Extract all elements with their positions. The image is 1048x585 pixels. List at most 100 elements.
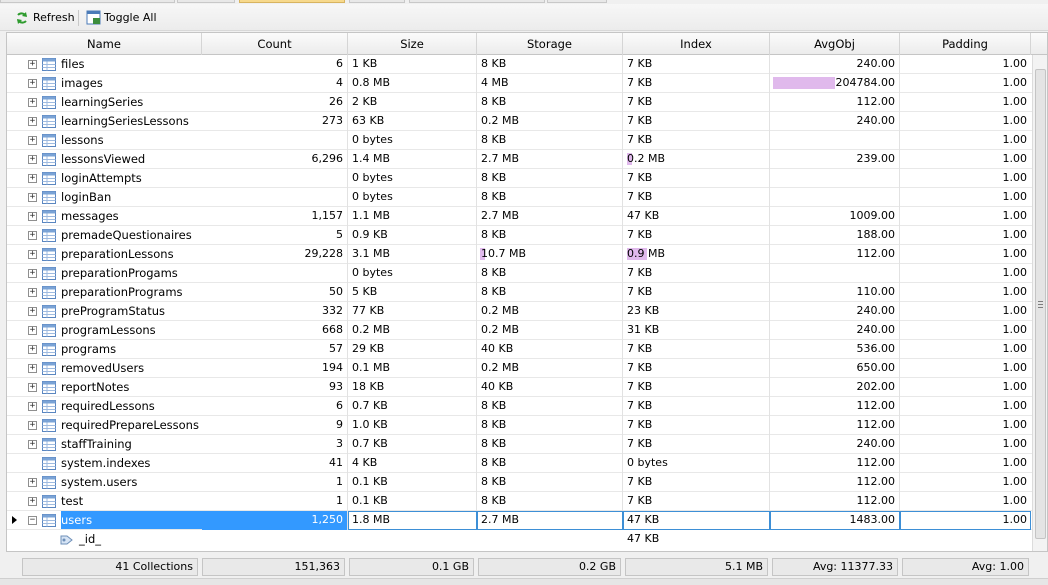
table-row[interactable]: + removedUsers 194 0.1 MB 0.2 MB 7 KB 650.00 1.…: [7, 359, 1047, 378]
column-header-storage[interactable]: Storage: [477, 33, 623, 55]
cell-storage: 0.2 MB: [477, 302, 623, 321]
cell-avgobj: 112.00: [770, 492, 900, 511]
toggle-all-button[interactable]: Toggle All: [83, 8, 159, 27]
tab[interactable]: [177, 0, 235, 3]
table-row[interactable]: + staffTraining 3 0.7 KB 8 KB 7 KB 240.00 1.00: [7, 435, 1047, 454]
cell-index: 7 KB: [623, 112, 770, 131]
toggle-all-label: Toggle All: [104, 11, 157, 24]
cell-avgobj: 202.00: [770, 378, 900, 397]
table-row[interactable]: + premadeQuestionaires 5 0.9 KB 8 KB 7 KB 188.…: [7, 226, 1047, 245]
cell-avgobj: [770, 131, 900, 150]
table-row[interactable]: + learningSeries 26 2 KB 8 KB 7 KB 112.00 1.00: [7, 93, 1047, 112]
expand-icon[interactable]: +: [28, 326, 37, 335]
footer-collections: 41 Collections: [22, 558, 198, 576]
collection-icon: [42, 362, 56, 375]
table-row[interactable]: + images 4 0.8 MB 4 MB 7 KB 204784.00 1.00: [7, 74, 1047, 93]
expand-icon[interactable]: +: [28, 231, 37, 240]
table-row[interactable]: − users 1,250 1.8 MB 2.7 MB 47 KB 1483.00 1.00: [7, 511, 1047, 530]
table-row[interactable]: + preparationPrograms 50 5 KB 8 KB 7 KB 110.00…: [7, 283, 1047, 302]
expand-icon[interactable]: +: [28, 288, 37, 297]
toolbar-separator: [78, 10, 79, 26]
expand-icon[interactable]: +: [28, 117, 37, 126]
column-header-size[interactable]: Size: [348, 33, 477, 55]
collection-name: system.users: [61, 475, 138, 489]
collection-icon: [42, 381, 56, 394]
expand-icon[interactable]: +: [28, 383, 37, 392]
scrollbar-thumb[interactable]: [1035, 69, 1046, 539]
expand-icon[interactable]: +: [28, 174, 37, 183]
table-row[interactable]: + system.users 1 0.1 KB 8 KB 7 KB 112.00 1.00: [7, 473, 1047, 492]
table-row[interactable]: + lessonsViewed 6,296 1.4 MB 2.7 MB 0.2 MB 239…: [7, 150, 1047, 169]
cell-avgobj: 239.00: [770, 150, 900, 169]
table-row[interactable]: + preparationProgams 0 bytes 8 KB 7 KB 1.00: [7, 264, 1047, 283]
tab[interactable]: [409, 0, 545, 3]
cell-avgobj: 110.00: [770, 283, 900, 302]
expand-icon[interactable]: +: [28, 364, 37, 373]
expand-icon[interactable]: +: [28, 421, 37, 430]
expand-icon[interactable]: +: [28, 79, 37, 88]
table-row[interactable]: + lessons 0 bytes 8 KB 7 KB 1.00: [7, 131, 1047, 150]
cell-index: 7 KB: [623, 74, 770, 93]
collection-name: lessons: [61, 133, 104, 147]
cell-avgobj: 1009.00: [770, 207, 900, 226]
tab-active[interactable]: [239, 0, 345, 3]
cell-padding: 1.00: [1002, 266, 1028, 279]
table-row[interactable]: + preProgramStatus 332 77 KB 0.2 MB 23 KB 240.…: [7, 302, 1047, 321]
cell-count: 5: [202, 226, 348, 245]
table-row[interactable]: + reportNotes 93 18 KB 40 KB 7 KB 202.00 1.00: [7, 378, 1047, 397]
column-header-avgobj[interactable]: AvgObj: [770, 33, 900, 55]
table-row[interactable]: + messages 1,157 1.1 MB 2.7 MB 47 KB 1009.00 1.…: [7, 207, 1047, 226]
expand-icon[interactable]: +: [28, 212, 37, 221]
expand-icon[interactable]: +: [28, 136, 37, 145]
expand-icon[interactable]: +: [28, 440, 37, 449]
expand-icon[interactable]: +: [28, 155, 37, 164]
expand-icon[interactable]: +: [28, 98, 37, 107]
cell-avgobj: 536.00: [770, 340, 900, 359]
cell-count: 1: [202, 473, 348, 492]
expand-icon[interactable]: +: [28, 250, 37, 259]
collection-name: programLessons: [61, 323, 156, 337]
index-row[interactable]: _id_ 47 KB: [7, 530, 1047, 549]
expand-icon[interactable]: +: [28, 60, 37, 69]
expand-icon[interactable]: +: [28, 497, 37, 506]
collection-icon: [42, 172, 56, 185]
tab[interactable]: [547, 0, 607, 3]
expand-icon[interactable]: +: [28, 345, 37, 354]
cell-padding: 1.00: [1002, 57, 1028, 70]
table-row[interactable]: + loginBan 0 bytes 8 KB 7 KB 1.00: [7, 188, 1047, 207]
status-strip: [0, 578, 1048, 585]
table-row[interactable]: + preparationLessons 29,228 3.1 MB 10.7 MB 0.…: [7, 245, 1047, 264]
tab[interactable]: [0, 0, 175, 3]
refresh-button[interactable]: Refresh: [12, 8, 77, 27]
expand-icon[interactable]: +: [28, 307, 37, 316]
collapse-icon[interactable]: −: [28, 516, 37, 525]
table-row[interactable]: + files 6 1 KB 8 KB 7 KB 240.00 1.00: [7, 55, 1047, 74]
cell-avgobj: 240.00: [770, 55, 900, 74]
expand-icon[interactable]: +: [28, 478, 37, 487]
vertical-scrollbar[interactable]: [1032, 55, 1047, 551]
cell-padding: 1.00: [1002, 437, 1028, 450]
expand-icon[interactable]: +: [28, 402, 37, 411]
table-row[interactable]: + programs 57 29 KB 40 KB 7 KB 536.00 1.00: [7, 340, 1047, 359]
cell-storage: 4 MB: [477, 74, 623, 93]
collection-name: images: [61, 76, 103, 90]
column-header-count[interactable]: Count: [202, 33, 348, 55]
cell-storage: 40 KB: [477, 340, 623, 359]
cell-avgobj: 112.00: [770, 245, 900, 264]
collection-name: programs: [61, 342, 117, 356]
table-row[interactable]: + requiredPrepareLessons 9 1.0 KB 8 KB 7 KB 11…: [7, 416, 1047, 435]
table-row[interactable]: + programLessons 668 0.2 MB 0.2 MB 31 KB 240.0…: [7, 321, 1047, 340]
expand-icon[interactable]: +: [28, 193, 37, 202]
table-row[interactable]: + test 1 0.1 KB 8 KB 7 KB 112.00 1.00: [7, 492, 1047, 511]
expand-icon[interactable]: +: [28, 269, 37, 278]
column-header-name[interactable]: Name: [7, 33, 202, 55]
table-row[interactable]: system.indexes 41 4 KB 8 KB 0 bytes 112.00 1.0…: [7, 454, 1047, 473]
column-header-padding[interactable]: Padding: [900, 33, 1031, 55]
cell-index: 31 KB: [623, 321, 770, 340]
table-row[interactable]: + requiredLessons 6 0.7 KB 8 KB 7 KB 112.00 1.0…: [7, 397, 1047, 416]
table-row[interactable]: + learningSeriesLessons 273 63 KB 0.2 MB 7 KB…: [7, 112, 1047, 131]
column-header-index[interactable]: Index: [623, 33, 770, 55]
table-row[interactable]: + loginAttempts 0 bytes 8 KB 7 KB 1.00: [7, 169, 1047, 188]
tab[interactable]: [349, 0, 405, 3]
cell-index: 7 KB: [623, 131, 770, 150]
